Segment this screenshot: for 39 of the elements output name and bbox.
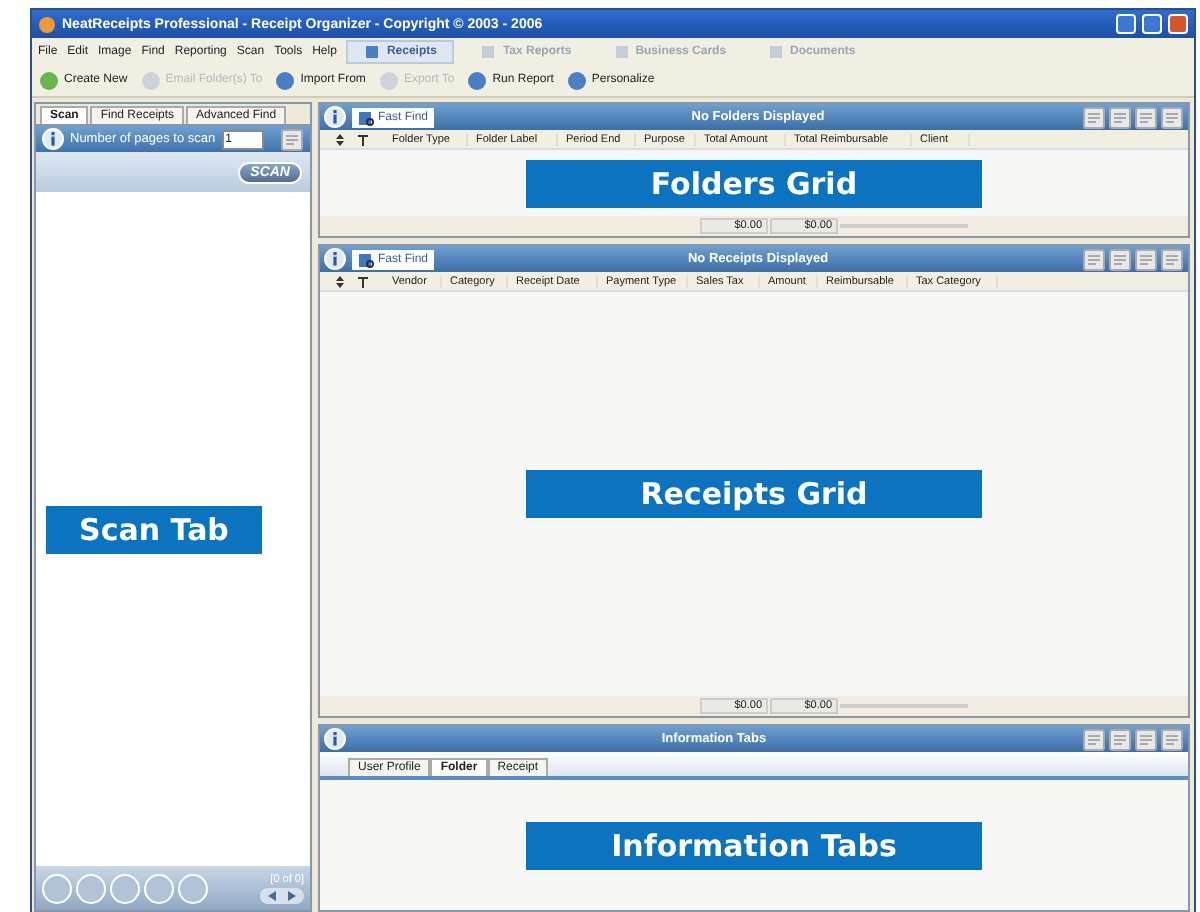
- info-tool-icon[interactable]: [1108, 727, 1132, 751]
- callout-label: Folders Grid: [526, 159, 982, 207]
- sort-arrows-icon[interactable]: [336, 275, 344, 287]
- info-icon[interactable]: [42, 128, 64, 150]
- restore-button[interactable]: [1142, 14, 1162, 34]
- folder-search-icon: [358, 109, 374, 125]
- grid-tool-icon[interactable]: [1108, 105, 1132, 129]
- callout-label: Scan Tab: [46, 505, 262, 553]
- info-icon[interactable]: [324, 106, 346, 128]
- grid-tool-icon[interactable]: [1160, 105, 1184, 129]
- toolbar-icon: [38, 69, 60, 91]
- grid-tool-icon[interactable]: [1160, 247, 1184, 271]
- toolbar-icon: [466, 69, 489, 91]
- grid-tool-icon[interactable]: [1082, 105, 1106, 129]
- toolbar-icon: [139, 69, 162, 91]
- toolbar-icon: [377, 69, 400, 91]
- grid-tool-icon[interactable]: [1108, 247, 1132, 271]
- tab-icon: [364, 43, 381, 59]
- info-tool-icon[interactable]: [1082, 727, 1106, 751]
- page-arrows-icon[interactable]: [260, 887, 304, 903]
- callout-label: Receipts Grid: [526, 470, 982, 518]
- grid-tool-icon[interactable]: [1082, 247, 1106, 271]
- grid-tool-icon[interactable]: [1134, 105, 1158, 129]
- close-button[interactable]: [1168, 14, 1188, 34]
- sort-arrows-icon[interactable]: [336, 133, 344, 145]
- grid-tool-icon[interactable]: [1134, 247, 1158, 271]
- info-tool-icon[interactable]: [1160, 727, 1184, 751]
- info-icon[interactable]: [324, 728, 346, 750]
- minimize-button[interactable]: [1116, 14, 1136, 34]
- folder-search-icon: [358, 251, 374, 267]
- tab-icon: [613, 43, 630, 59]
- info-tool-icon[interactable]: [1134, 727, 1158, 751]
- tab-icon: [480, 43, 497, 59]
- tab-icon: [768, 43, 785, 59]
- toolbar-icon: [274, 69, 297, 91]
- info-icon[interactable]: [324, 248, 346, 270]
- callout-label: Information Tabs: [526, 821, 982, 869]
- toolbar-icon: [565, 69, 588, 91]
- app-icon: [38, 15, 56, 33]
